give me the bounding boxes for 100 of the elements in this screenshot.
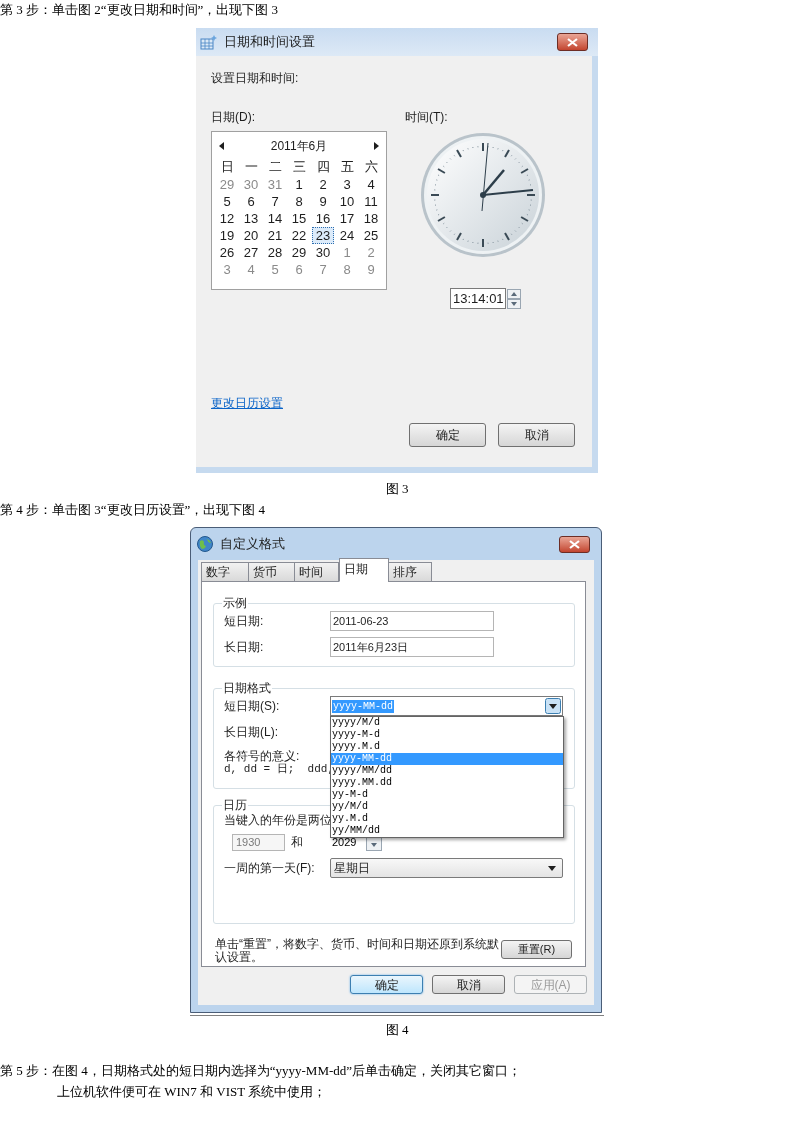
- calendar-day[interactable]: 24: [336, 227, 358, 244]
- calendar-day[interactable]: 18: [360, 210, 382, 227]
- calendar-day[interactable]: 30: [312, 244, 334, 261]
- tab[interactable]: 排序: [388, 562, 432, 582]
- close-icon: [567, 37, 578, 47]
- window-title: 日期和时间设置: [224, 33, 315, 52]
- calendar-day[interactable]: 7: [264, 193, 286, 210]
- dialog-button[interactable]: 确定: [350, 975, 423, 994]
- tab[interactable]: 时间: [294, 562, 339, 582]
- instruction-text: 第 4 步：单击图 3“更改日历设置”，出现下图 4: [0, 501, 267, 519]
- calendar-day[interactable]: 15: [288, 210, 310, 227]
- calendar-day[interactable]: 6: [240, 193, 262, 210]
- calendar-day[interactable]: 28: [264, 244, 286, 261]
- calendar-day[interactable]: 9: [312, 193, 334, 210]
- dropdown-option[interactable]: yy.M.d: [331, 813, 563, 825]
- dialog-button[interactable]: 取消: [498, 423, 575, 447]
- month-title: 2011年6月: [270, 138, 328, 155]
- weekday-label: 一: [243, 158, 259, 176]
- dropdown-option[interactable]: yyyy.M.d: [331, 741, 563, 753]
- link[interactable]: 更改日历设置: [211, 395, 283, 411]
- field-label: 短日期(S):: [224, 698, 281, 715]
- reset-button[interactable]: 重置(R): [501, 940, 572, 959]
- weekday-label: 三: [291, 158, 307, 176]
- right-arrow-icon[interactable]: [374, 142, 379, 150]
- dropdown-option[interactable]: yy-M-d: [331, 789, 563, 801]
- reset-note: 单击“重置”，将数字、货币、时间和日期还原到系统默认设置。: [215, 938, 500, 964]
- calendar-day[interactable]: 6: [288, 261, 310, 278]
- calendar-day[interactable]: 1: [288, 176, 310, 193]
- weekday-label: 五: [339, 158, 355, 176]
- calendar-day[interactable]: 14: [264, 210, 286, 227]
- field-label: 短日期:: [224, 613, 265, 630]
- figure-caption: 图 3: [384, 480, 410, 498]
- calendar-day[interactable]: 8: [288, 193, 310, 210]
- calendar-day[interactable]: 10: [336, 193, 358, 210]
- calendar-day[interactable]: 16: [312, 210, 334, 227]
- field-label: 日期(D):: [211, 109, 256, 125]
- calendar-day[interactable]: 3: [336, 176, 358, 193]
- calendar-day[interactable]: 19: [216, 227, 238, 244]
- calendar-day[interactable]: 2: [312, 176, 334, 193]
- calendar-day[interactable]: 4: [240, 261, 262, 278]
- calendar-day[interactable]: 27: [240, 244, 262, 261]
- time-field[interactable]: 13:14:01: [450, 288, 506, 309]
- calendar-day[interactable]: 13: [240, 210, 262, 227]
- calendar-day[interactable]: 12: [216, 210, 238, 227]
- calendar-day[interactable]: 22: [288, 227, 310, 244]
- calendar-day[interactable]: 2: [360, 244, 382, 261]
- dialog-button[interactable]: 取消: [432, 975, 505, 994]
- field-label: 长日期(L):: [224, 724, 278, 740]
- calendar-day[interactable]: 8: [336, 261, 358, 278]
- instruction-text: 第 5 步：在图 4，日期格式处的短日期内选择为“yyyy-MM-dd”后单击确定，关闭其它窗口；: [0, 1062, 523, 1080]
- weekday-label: 二: [267, 158, 283, 176]
- calendar-day[interactable]: 31: [264, 176, 286, 193]
- calendar-day[interactable]: 20: [240, 227, 262, 244]
- calendar-day[interactable]: 1: [336, 244, 358, 261]
- close-button[interactable]: [559, 535, 590, 553]
- close-button[interactable]: [557, 33, 588, 51]
- spinner-icon[interactable]: [507, 288, 521, 309]
- calendar-day[interactable]: 21: [264, 227, 286, 244]
- calendar-day[interactable]: 5: [216, 193, 238, 210]
- calendar-day[interactable]: 4: [360, 176, 382, 193]
- dialog-button[interactable]: 确定: [409, 423, 486, 447]
- instruction-text: 上位机软件便可在 WIN7 和 VIST 系统中使用；: [56, 1083, 328, 1101]
- calendar-day[interactable]: 29: [216, 176, 238, 193]
- calendar-icon: [200, 34, 218, 50]
- caret-icon[interactable]: [545, 698, 561, 714]
- calendar-day[interactable]: 23: [312, 227, 334, 244]
- text-field[interactable]: 2011-06-23: [330, 611, 494, 631]
- close-icon: [569, 539, 580, 549]
- weekday-dropdown[interactable]: 星期日: [330, 858, 563, 878]
- dropdown-option[interactable]: yy/M/d: [331, 801, 563, 813]
- field-label: 长日期:: [224, 639, 265, 656]
- left-arrow-icon[interactable]: [219, 142, 224, 150]
- window-title: 自定义格式: [220, 535, 285, 554]
- group-title: 日期格式: [222, 680, 272, 696]
- group-title: 日历: [222, 797, 248, 813]
- calendar-day[interactable]: 17: [336, 210, 358, 227]
- field-label: 一周的第一天(F):: [224, 860, 316, 877]
- dropdown-option[interactable]: yy/MM/dd: [331, 825, 563, 837]
- globe-icon: [196, 535, 214, 553]
- calendar-day[interactable]: 29: [288, 244, 310, 261]
- dropdown-option[interactable]: yyyy.MM.dd: [331, 777, 563, 789]
- calendar-day[interactable]: 30: [240, 176, 262, 193]
- calendar-day[interactable]: 11: [360, 193, 382, 210]
- calendar-day[interactable]: 3: [216, 261, 238, 278]
- calendar-day[interactable]: 26: [216, 244, 238, 261]
- figure-caption: 图 4: [384, 1021, 410, 1039]
- caret-icon: [548, 865, 556, 871]
- field-label: 各符号的意义:: [224, 750, 300, 763]
- tab[interactable]: 货币: [248, 562, 295, 582]
- calendar-day[interactable]: 25: [360, 227, 382, 244]
- group-title: 示例: [222, 595, 248, 611]
- instruction-text: 第 3 步：单击图 2“更改日期和时间”，出现下图 3: [0, 1, 280, 19]
- weekday-label: 四: [315, 158, 331, 176]
- calendar-day[interactable]: 9: [360, 261, 382, 278]
- dropdown-option[interactable]: yyyy/MM/dd: [331, 765, 563, 777]
- dropdown-option[interactable]: yyyy/M/d: [331, 717, 563, 729]
- text-field[interactable]: 2011年6月23日: [330, 637, 494, 657]
- tab[interactable]: 日期: [339, 558, 389, 582]
- dropdown-option[interactable]: yyyy-M-d: [331, 729, 563, 741]
- tab[interactable]: 数字: [201, 562, 249, 582]
